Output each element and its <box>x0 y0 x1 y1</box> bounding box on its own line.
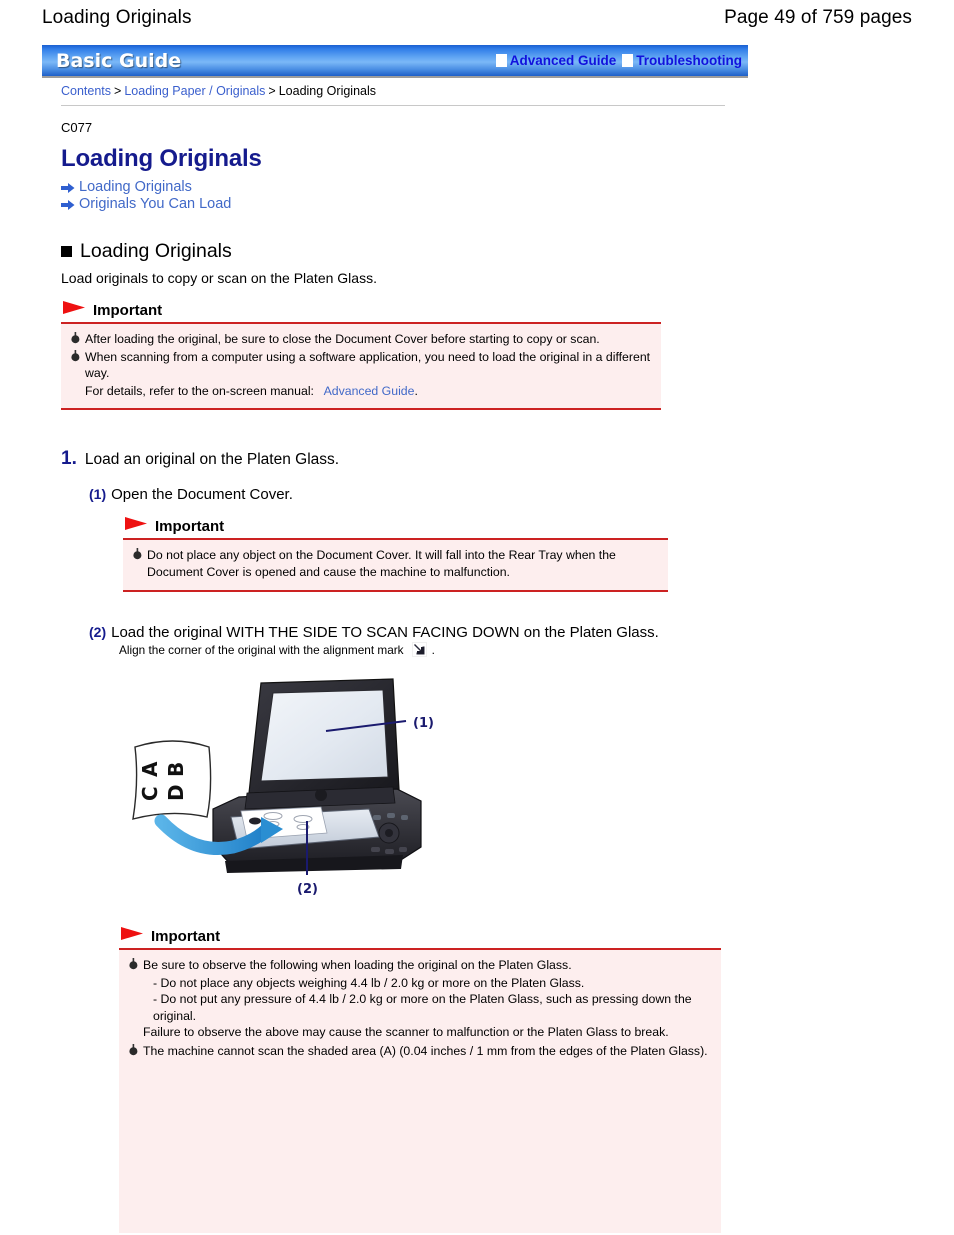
red-flag-icon <box>119 926 147 945</box>
important-note-sub: - Do not put any pressure of 4.4 lb / 2.… <box>153 992 692 1023</box>
main-content: C077 Loading Originals Loading Originals… <box>61 120 891 1234</box>
dot-bullet-icon <box>71 349 80 362</box>
dot-bullet-icon <box>133 548 142 560</box>
troubleshooting-link[interactable]: Troubleshooting <box>616 53 742 68</box>
section-heading: Loading Originals <box>61 240 891 263</box>
important-label: Important <box>151 928 221 946</box>
list-item: Be sure to observe the following when lo… <box>129 957 711 974</box>
important-note-text: Do not place any object on the Document … <box>147 548 616 579</box>
substep-1: (1) Open the Document Cover. <box>89 484 891 506</box>
list-item[interactable]: Originals You Can Load <box>61 196 891 212</box>
important-body: Be sure to observe the following when lo… <box>119 948 721 1234</box>
substep-text: Load the original WITH THE SIDE TO SCAN … <box>111 624 659 642</box>
jump-link-originals-you-can-load[interactable]: Originals You Can Load <box>79 196 231 212</box>
detail-suffix-text: . <box>414 383 418 398</box>
breadcrumb: Contents > Loading Paper / Originals > Loadi… <box>61 84 376 98</box>
important-note-text: Be sure to observe the following when lo… <box>143 958 572 973</box>
important-body: Do not place any object on the Document … <box>123 538 668 593</box>
detail-prefix-text: For details, refer to the on-screen manu… <box>85 383 314 398</box>
svg-text:B: B <box>164 762 188 777</box>
guide-banner: Basic Guide Advanced Guide Troubleshooti… <box>42 45 748 78</box>
page-header: Loading Originals Page 49 of 759 pages <box>0 0 954 36</box>
white-square-marker-icon <box>622 54 634 67</box>
list-item: When scanning from a computer using a so… <box>71 349 651 382</box>
advanced-guide-link[interactable]: Advanced Guide <box>490 53 617 68</box>
dot-bullet-icon <box>129 958 138 970</box>
alignment-note-text: Align the corner of the original with th… <box>119 642 404 657</box>
important-header: Important <box>61 300 891 319</box>
blue-arrow-icon <box>61 181 75 193</box>
substep-2: (2) Load the original WITH THE SIDE TO S… <box>89 622 891 644</box>
step-number: 1. <box>61 448 77 470</box>
svg-text:C: C <box>138 786 162 801</box>
list-item: Do not place any object on the Document … <box>133 547 658 580</box>
important-header: Important <box>119 926 891 945</box>
platen-glass-loading-diagram: A C B D (1) (2) <box>121 669 461 904</box>
alignment-mark-icon <box>411 642 427 658</box>
breadcrumb-item-contents[interactable]: Contents <box>61 84 111 98</box>
banner-links: Advanced Guide Troubleshooting <box>490 53 742 68</box>
important-label: Important <box>93 302 163 319</box>
content-heading: Loading Originals <box>61 145 262 172</box>
list-item: After loading the original, be sure to c… <box>71 331 651 348</box>
section-heading-label: Loading Originals <box>80 240 232 262</box>
dot-bullet-icon <box>129 1044 138 1056</box>
important-callout-2: Important Do not place any object on the… <box>123 516 891 593</box>
list-item: The machine cannot scan the shaded area … <box>129 1043 711 1060</box>
red-flag-icon <box>123 516 151 535</box>
troubleshooting-label: Troubleshooting <box>636 53 742 68</box>
important-note-sub: Failure to observe the above may cause t… <box>143 1025 669 1040</box>
svg-text:A: A <box>138 761 162 777</box>
important-note-text: When scanning from a computer using a so… <box>85 349 651 381</box>
advanced-guide-inline-link[interactable]: Advanced Guide <box>324 384 415 398</box>
substep-number: (1) <box>89 486 107 503</box>
important-note-text: After loading the original, be sure to c… <box>85 332 600 346</box>
important-callout-1: Important After loading the original, be… <box>61 300 891 411</box>
breadcrumb-item-current: Loading Originals <box>278 84 377 98</box>
jump-link-list: Loading Originals Originals You Can Load <box>61 179 891 212</box>
advanced-guide-label: Advanced Guide <box>509 53 617 68</box>
substep-number: (2) <box>89 624 107 641</box>
white-square-marker-icon <box>495 54 507 67</box>
important-label: Important <box>155 518 225 536</box>
svg-text:(2): (2) <box>297 882 318 897</box>
page-title: Loading Originals <box>42 7 192 28</box>
svg-text:D: D <box>164 784 188 801</box>
blue-arrow-icon <box>61 198 75 210</box>
important-callout-3: Important Be sure to observe the followi… <box>119 926 891 1234</box>
breadcrumb-separator: > <box>114 84 122 98</box>
red-flag-icon <box>61 300 89 319</box>
substep-text: Open the Document Cover. <box>111 486 293 504</box>
section-lead-text: Load originals to copy or scan on the Pl… <box>61 270 377 286</box>
alignment-note: Align the corner of the original with th… <box>119 642 891 658</box>
important-note-text: The machine cannot scan the shaded area … <box>143 1044 708 1059</box>
svg-text:(1): (1) <box>413 716 434 731</box>
important-body: After loading the original, be sure to c… <box>61 322 661 411</box>
banner-brand-label: Basic Guide <box>56 49 182 72</box>
document-id: C077 <box>61 120 93 135</box>
important-note-detail: For details, refer to the on-screen manu… <box>85 383 651 400</box>
jump-link-loading-originals[interactable]: Loading Originals <box>79 179 192 195</box>
step-text: Load an original on the Platen Glass. <box>84 451 340 469</box>
breadcrumb-divider <box>61 105 725 106</box>
breadcrumb-separator: > <box>268 84 276 98</box>
list-item[interactable]: Loading Originals <box>61 179 891 195</box>
alignment-note-suffix: . <box>431 642 435 657</box>
breadcrumb-item-loading-paper-originals[interactable]: Loading Paper / Originals <box>124 84 265 98</box>
step-1: 1. Load an original on the Platen Glass. <box>61 448 891 470</box>
dot-bullet-icon <box>71 332 80 344</box>
black-square-bullet-icon <box>61 246 72 257</box>
page-number-label: Page 49 of 759 pages <box>724 7 912 28</box>
important-header: Important <box>123 516 891 535</box>
important-note-sub: - Do not place any objects weighing 4.4 … <box>153 975 585 990</box>
